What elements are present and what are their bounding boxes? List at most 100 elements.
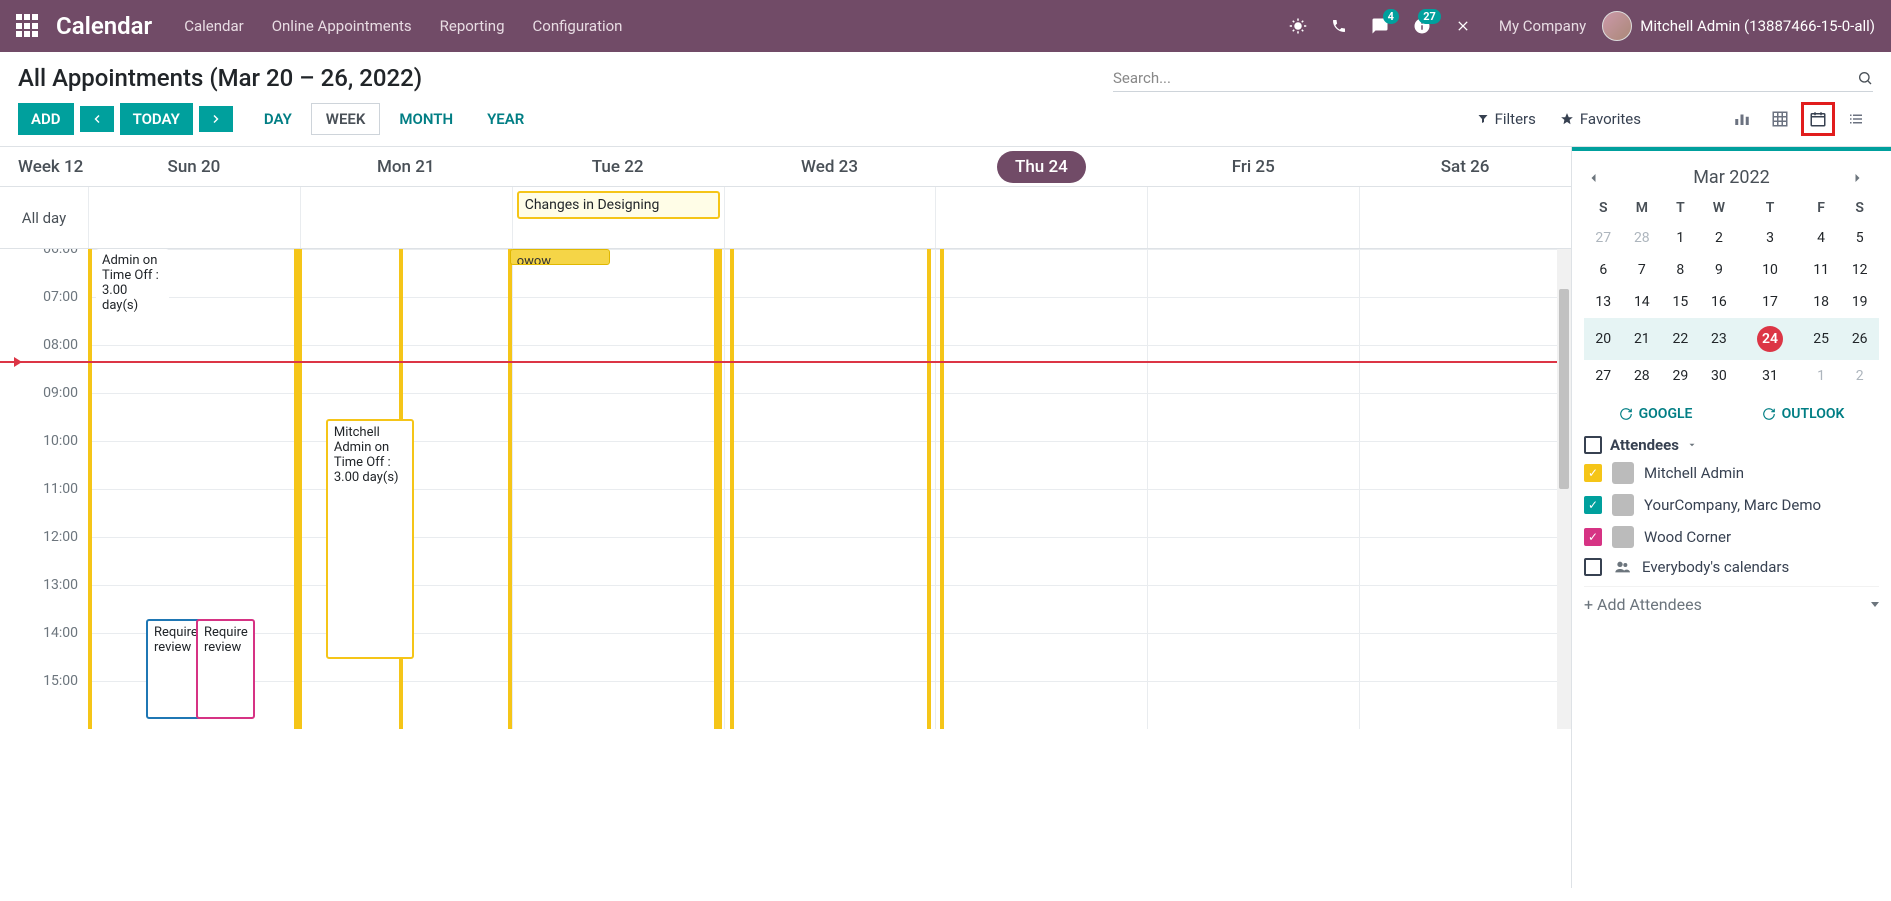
search-icon[interactable] (1857, 70, 1873, 86)
add-button[interactable]: ADD (18, 103, 74, 135)
range-week[interactable]: WEEK (311, 103, 381, 135)
chevron-down-icon[interactable] (1687, 440, 1697, 450)
avatar[interactable] (1602, 11, 1632, 41)
time-grid[interactable]: 06:00 07:00 08:00 09:00 10:00 11:00 12:0… (0, 249, 1571, 888)
attendee-checkbox[interactable] (1584, 558, 1602, 576)
activities-badge: 27 (1418, 9, 1441, 24)
attendee-row[interactable]: ✓ YourCompany, Marc Demo (1584, 494, 1879, 516)
apps-icon[interactable] (16, 14, 40, 38)
view-pivot-icon[interactable] (1763, 102, 1797, 136)
search-placeholder: Search... (1113, 69, 1171, 87)
hour-label: 06:00 (0, 249, 88, 289)
event-owow[interactable]: owow (510, 249, 611, 265)
top-nav: Calendar Calendar Online Appointments Re… (0, 0, 1891, 52)
tools-icon[interactable] (1455, 18, 1471, 34)
allday-cell[interactable] (300, 187, 512, 248)
hour-label: 11:00 (0, 481, 88, 529)
refresh-icon (1762, 407, 1776, 421)
attendee-checkbox[interactable]: ✓ (1584, 464, 1602, 482)
mini-cal-month: Mar 2022 (1693, 167, 1770, 188)
prev-button[interactable] (80, 106, 114, 132)
activities-icon[interactable]: 27 (1413, 17, 1431, 35)
attendee-row[interactable]: ✓ Mitchell Admin (1584, 462, 1879, 484)
company-selector[interactable]: My Company (1499, 17, 1586, 35)
allday-cell[interactable]: Changes in Designing (512, 187, 724, 248)
attendee-name: Wood Corner (1644, 528, 1731, 546)
range-year[interactable]: YEAR (472, 103, 539, 135)
star-icon (1560, 112, 1574, 126)
day-header-wed[interactable]: Wed 23 (724, 157, 936, 177)
attendee-avatar-icon (1612, 494, 1634, 516)
now-indicator (0, 361, 1557, 363)
range-month[interactable]: MONTH (384, 103, 468, 135)
attendees-checkbox[interactable] (1584, 436, 1602, 454)
allday-cell[interactable] (724, 187, 936, 248)
view-list-icon[interactable] (1839, 102, 1873, 136)
nav-calendar[interactable]: Calendar (184, 17, 244, 35)
filters-button[interactable]: Filters (1477, 110, 1536, 128)
event-timeoff-mon[interactable]: Mitchell Admin on Time Off : 3.00 day(s) (326, 419, 414, 659)
arrow-right-icon (210, 113, 222, 125)
funnel-icon (1477, 113, 1489, 125)
calendar-grid: Week 12 Sun 20 Mon 21 Tue 22 Wed 23 Thu … (0, 147, 1571, 888)
favorites-button[interactable]: Favorites (1560, 110, 1641, 128)
refresh-icon (1619, 407, 1633, 421)
mini-cal-prev[interactable] (1588, 172, 1612, 184)
allday-label: All day (0, 187, 88, 248)
day-header-tue[interactable]: Tue 22 (512, 157, 724, 177)
search-input[interactable]: Search... (1113, 65, 1873, 92)
event-timeoff-sun[interactable]: Admin on Time Off : 3.00 day(s) (96, 249, 169, 339)
allday-cell[interactable] (1147, 187, 1359, 248)
attendees-heading: Attendees (1610, 436, 1679, 454)
attendee-checkbox[interactable]: ✓ (1584, 496, 1602, 514)
messages-badge: 4 (1383, 9, 1399, 24)
view-graph-icon[interactable] (1725, 102, 1759, 136)
day-header-thu[interactable]: Thu 24 (935, 157, 1147, 177)
messages-icon[interactable]: 4 (1371, 17, 1389, 35)
caret-down-icon (1871, 602, 1879, 607)
chevron-right-icon (1851, 172, 1863, 184)
filters-label: Filters (1495, 110, 1536, 128)
day-header-fri[interactable]: Fri 25 (1147, 157, 1359, 177)
hour-label: 15:00 (0, 673, 88, 721)
next-button[interactable] (199, 106, 233, 132)
users-icon (1612, 559, 1632, 575)
user-menu[interactable]: Mitchell Admin (13887466-15-0-all) (1640, 17, 1875, 35)
attendee-avatar-icon (1612, 462, 1634, 484)
hour-label: 12:00 (0, 529, 88, 577)
hour-label: 10:00 (0, 433, 88, 481)
control-bar: All Appointments (Mar 20 – 26, 2022) Sea… (0, 52, 1891, 147)
day-header-sat[interactable]: Sat 26 (1359, 157, 1571, 177)
allday-cell[interactable] (88, 187, 300, 248)
hour-label: 14:00 (0, 625, 88, 673)
nav-configuration[interactable]: Configuration (533, 17, 623, 35)
view-calendar-icon[interactable] (1801, 102, 1835, 136)
attendee-checkbox[interactable]: ✓ (1584, 528, 1602, 546)
favorites-label: Favorites (1580, 110, 1641, 128)
attendee-row[interactable]: ✓ Wood Corner (1584, 526, 1879, 548)
sync-google[interactable]: GOOGLE (1619, 406, 1693, 422)
debug-icon[interactable] (1289, 17, 1307, 35)
nav-online-appointments[interactable]: Online Appointments (272, 17, 412, 35)
app-brand[interactable]: Calendar (56, 12, 152, 40)
nav-reporting[interactable]: Reporting (440, 17, 505, 35)
scrollbar[interactable] (1557, 249, 1571, 729)
day-header-mon[interactable]: Mon 21 (300, 157, 512, 177)
attendee-row[interactable]: Everybody's calendars (1584, 558, 1879, 576)
allday-cell[interactable] (935, 187, 1147, 248)
event-changes-designing[interactable]: Changes in Designing (517, 191, 720, 219)
today-button[interactable]: TODAY (120, 103, 193, 135)
hour-label: 07:00 (0, 289, 88, 337)
attendee-avatar-icon (1612, 526, 1634, 548)
mini-cal-next[interactable] (1851, 172, 1875, 184)
allday-cell[interactable] (1359, 187, 1571, 248)
mini-calendar[interactable]: SMTWTFS 272812345 6789101112 13141516171… (1584, 194, 1879, 392)
arrow-left-icon (91, 113, 103, 125)
day-header-sun[interactable]: Sun 20 (88, 157, 300, 177)
scroll-thumb[interactable] (1559, 289, 1569, 489)
phone-icon[interactable] (1331, 18, 1347, 34)
add-attendees[interactable]: + Add Attendees (1584, 586, 1879, 622)
range-day[interactable]: DAY (249, 103, 307, 135)
event-require-review-2[interactable]: Require review (196, 619, 255, 719)
sync-outlook[interactable]: OUTLOOK (1762, 406, 1845, 422)
